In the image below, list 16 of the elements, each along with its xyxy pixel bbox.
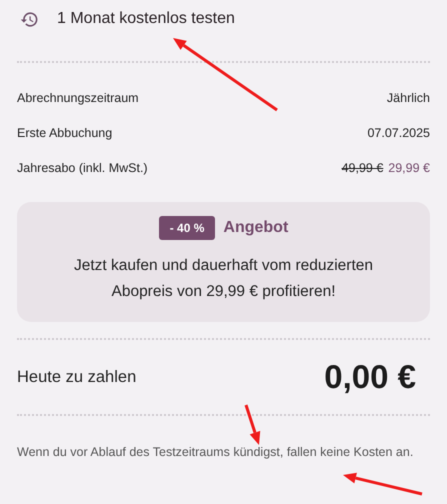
annotation-arrow [244,404,260,445]
history-icon [20,10,39,28]
total-amount: 0,00 € [324,358,416,396]
discount-badge: - 40 % [158,216,216,240]
detail-label: Erste Abbuchung [17,126,112,140]
offer-title: 1 Monat kostenlos testen [57,10,235,28]
old-price: 49,99 € [342,161,384,175]
offer-heading: Angebot [223,219,288,237]
detail-label: Jahresabo (inkl. MwSt.) [17,161,148,175]
offer-text: Jetzt kaufen und dauerhaft vom reduzierten Abopreis von 29,99 € profitieren! [73,256,374,302]
total-label: Heute zu zahlen [17,368,136,386]
detail-label: Abrechnungszeitraum [17,91,139,105]
detail-value: 07.07.2025 [367,126,430,140]
discounted-price: 29,99 € [388,161,430,175]
detail-value: Jährlich [386,91,430,105]
cancellation-note: Wenn du vor Ablauf des Testzeitraums kündigst, fallen keine Kosten an. [17,444,414,461]
